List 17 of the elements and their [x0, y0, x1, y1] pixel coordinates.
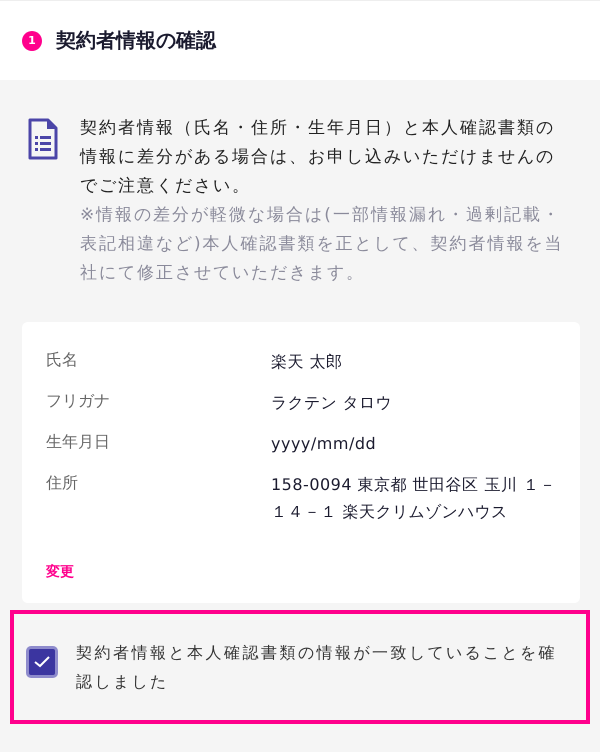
field-value: ラクテン タロウ — [271, 392, 394, 414]
check-icon — [34, 656, 50, 668]
checkbox[interactable] — [26, 646, 58, 678]
field-label: 氏名 — [46, 349, 79, 371]
field-value: 158-0094 東京都 世田谷区 玉川 １－１４－１ 楽天クリムゾンハウス — [271, 474, 557, 523]
field-label: 生年月日 — [46, 431, 111, 453]
field-value: 楽天 太郎 — [271, 351, 344, 373]
field-label: 住所 — [46, 472, 79, 494]
change-link[interactable]: 変更 — [46, 563, 74, 581]
section-title: 契約者情報の確認 — [56, 27, 216, 54]
field-label: フリガナ — [46, 390, 111, 412]
confirmation-label: 契約者情報と本人確認書類の情報が一致していることを確認しました — [76, 642, 558, 693]
document-icon — [28, 118, 58, 160]
notice-text: 契約者情報（氏名・住所・生年月日）と本人確認書類の情報に差分がある場合は、お申し込みいただけませんのでご注意ください。 — [80, 117, 556, 198]
step-number: 1 — [22, 30, 42, 50]
field-value: yyyy/mm/dd — [271, 433, 378, 455]
notice-note: ※情報の差分が軽微な場合は(一部情報漏れ・過剰記載・表記相違など)本人確認書類を正として、契約者情報を当社にて修正させていただきます。 — [80, 204, 565, 285]
